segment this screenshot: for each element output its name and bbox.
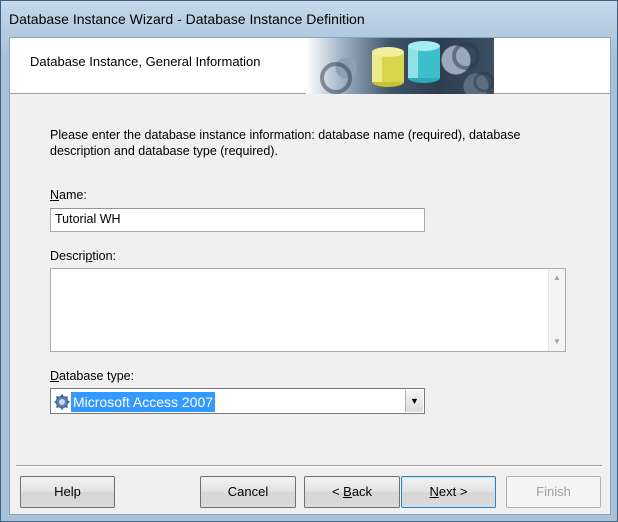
cancel-button[interactable]: Cancel xyxy=(200,476,296,508)
database-type-label: Database type: xyxy=(50,369,134,383)
name-label: Name: xyxy=(50,188,87,202)
name-label-rest: ame: xyxy=(59,188,87,202)
instructions-text: Please enter the database instance infor… xyxy=(50,128,521,158)
window-title: Database Instance Wizard - Database Inst… xyxy=(9,11,365,27)
dialog-client-area: Database Instance, General Information P… xyxy=(9,37,611,515)
back-button[interactable]: < Back xyxy=(304,476,400,508)
name-label-accel: N xyxy=(50,188,60,202)
scroll-down-icon[interactable]: ▼ xyxy=(549,334,565,350)
dropdown-arrow-icon[interactable]: ▼ xyxy=(405,390,423,412)
next-button-accel: N xyxy=(429,484,439,499)
scroll-up-icon[interactable]: ▲ xyxy=(549,270,565,286)
back-button-prefix: < xyxy=(331,484,344,499)
description-label-start: Descri xyxy=(50,249,86,263)
database-banner-image xyxy=(306,38,494,94)
name-input[interactable]: Tutorial WH xyxy=(50,208,425,232)
description-label: Description: xyxy=(50,249,116,263)
next-button-rest: ext > xyxy=(438,484,468,499)
finish-button[interactable]: Finish xyxy=(506,476,601,508)
banner-title: Database Instance, General Information xyxy=(30,54,261,69)
database-type-value: Microsoft Access 2007 xyxy=(71,392,216,412)
next-button[interactable]: Next > xyxy=(401,476,496,508)
description-scrollbar[interactable]: ▲ ▼ xyxy=(548,269,565,351)
database-type-select[interactable]: Microsoft Access 2007 ▼ xyxy=(50,388,425,414)
button-divider xyxy=(16,465,602,467)
back-button-rest: ack xyxy=(351,484,373,499)
help-button[interactable]: Help xyxy=(20,476,115,508)
database-cylinders-icon xyxy=(320,41,494,94)
database-icon xyxy=(54,394,70,410)
database-type-label-rest: atabase type: xyxy=(59,369,135,383)
description-input[interactable]: ▲ ▼ xyxy=(50,268,566,352)
wizard-banner: Database Instance, General Information xyxy=(10,38,610,94)
title-bar[interactable]: Database Instance Wizard - Database Inst… xyxy=(1,1,617,35)
wizard-window: Database Instance Wizard - Database Inst… xyxy=(0,0,618,522)
back-button-accel: B xyxy=(343,484,352,499)
database-type-label-accel: D xyxy=(50,369,60,383)
description-label-rest: tion: xyxy=(92,249,117,263)
